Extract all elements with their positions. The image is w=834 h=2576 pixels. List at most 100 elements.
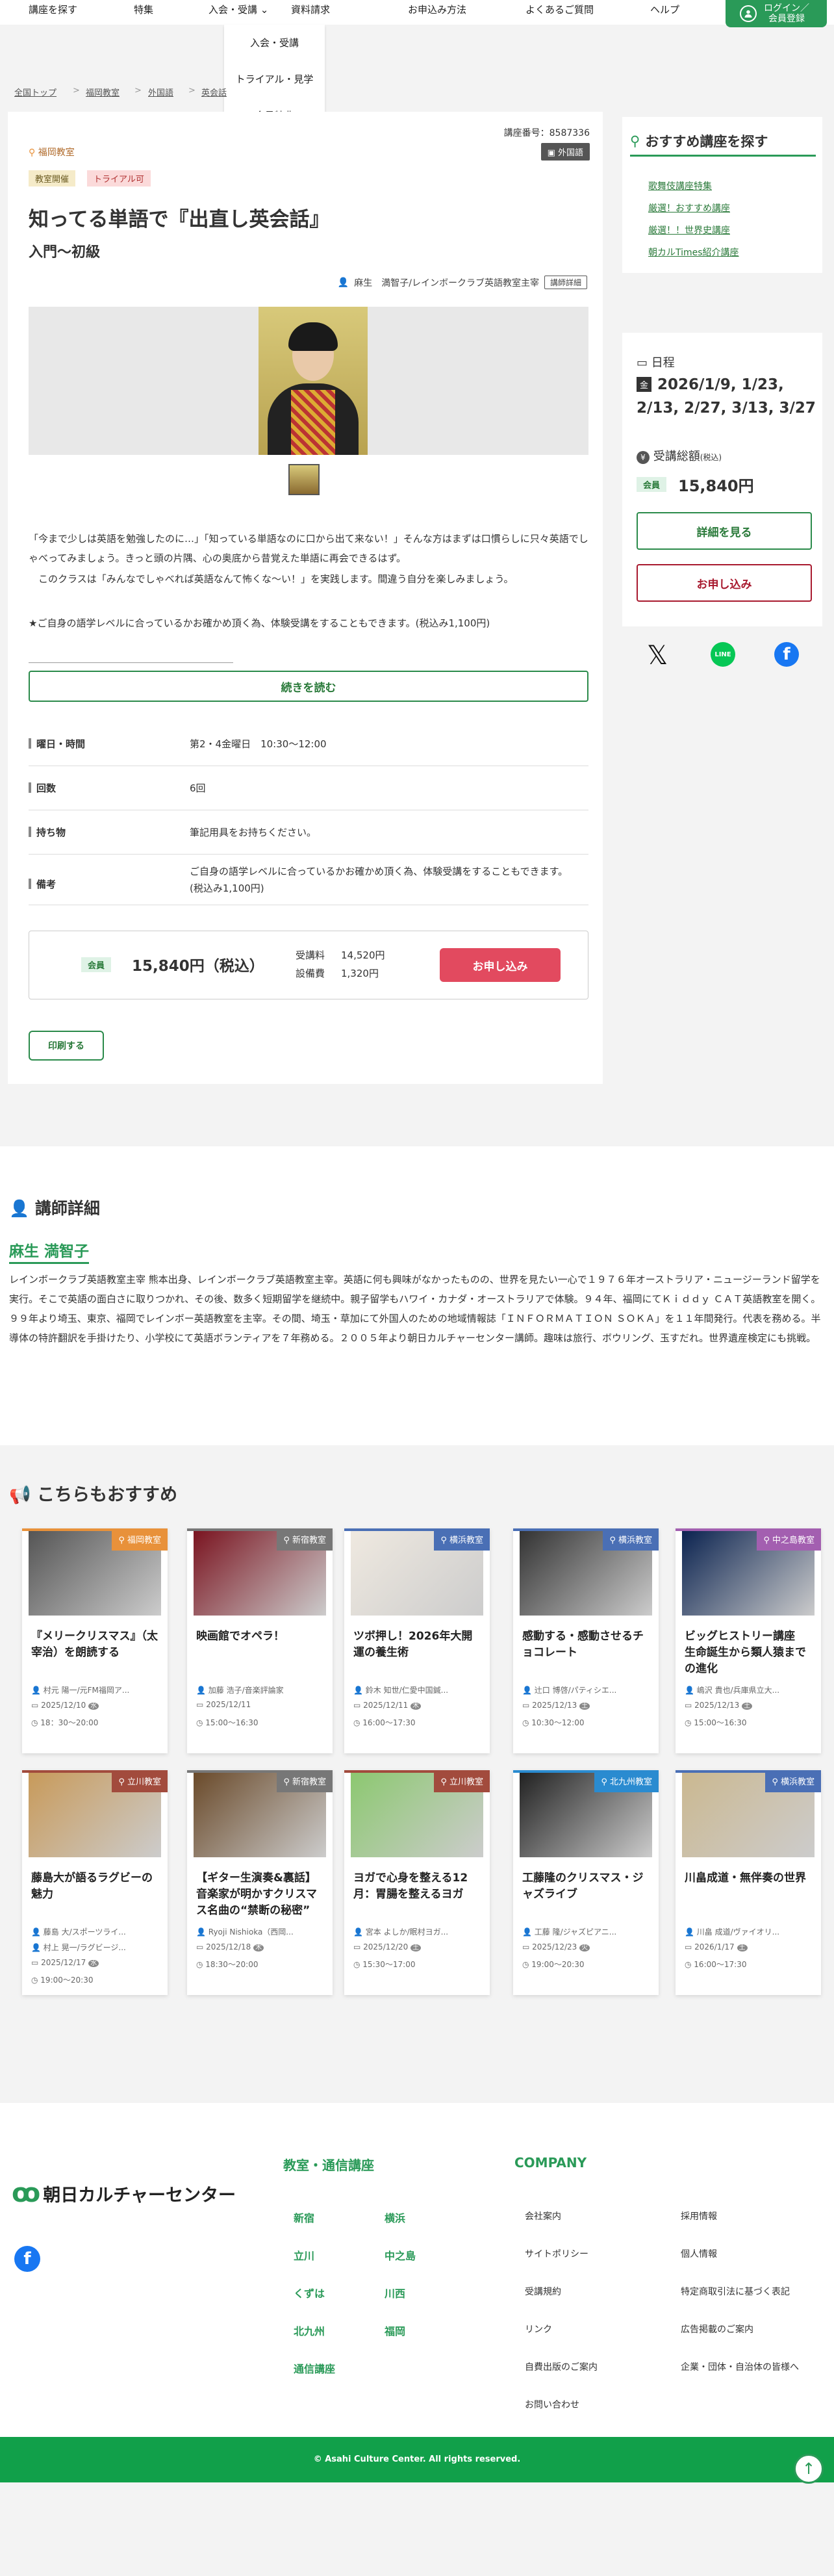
footer-company-link[interactable]: 会社案内 xyxy=(525,2209,561,2222)
card-teacher: 👤 藤島 大/スポーツライ... xyxy=(31,1927,126,1937)
breadcrumb-fukuoka[interactable]: 福岡教室 xyxy=(86,86,120,98)
read-more-button[interactable]: 続きを読む xyxy=(29,671,588,702)
recommend-card[interactable]: ⚲ 新宿教室 【ギター生演奏&裏話】音楽家が明かすクリスマス名曲の“禁断の秘密” 👤… xyxy=(187,1770,333,1995)
share-facebook-icon[interactable]: f xyxy=(774,642,799,667)
footer-classroom-link[interactable]: 福岡 xyxy=(385,2323,405,2338)
footer-company-link[interactable]: 企業・団体・自治体の皆様へ xyxy=(681,2360,799,2373)
nav-features[interactable]: 特集 xyxy=(134,0,153,19)
footer-classroom-link[interactable]: 中之島 xyxy=(385,2247,416,2263)
dropdown-item-admission[interactable]: 入会・受講 xyxy=(224,25,325,61)
fee-label: 受講料 xyxy=(296,949,325,961)
user-icon xyxy=(740,5,757,22)
recommend-card[interactable]: ⚲ 横浜教室 ツボ押し！2026年大開運の養生術 👤 鈴木 知世/仁愛中国鍼... ▭… xyxy=(344,1528,490,1753)
card-date: ▭ 2025/12/13 土 xyxy=(685,1700,812,1710)
print-button[interactable]: 印刷する xyxy=(29,1031,104,1061)
person-icon: 👤 xyxy=(9,1199,30,1218)
recommend-card[interactable]: ⚲ 横浜教室 感動する・感動させるチョコレート 👤 辻口 博啓/パティシエ... ▭ … xyxy=(513,1528,659,1753)
footer-classroom-link[interactable]: 立川 xyxy=(294,2247,314,2263)
recommend-card[interactable]: ⚲ 新宿教室 映画館でオペラ！ 👤 加藤 浩子/音楽評論家 ▭ 2025/12/11 … xyxy=(187,1528,333,1753)
detail-value-notes: ご自身の語学レベルに合っているかお確かめ頂く為、体験受講をすることもできます。(… xyxy=(190,866,568,894)
top-nav: 講座を探す 特集 入会・受講 ⌄ 資料請求 お申込み方法 よくあるご質問 ヘルプ xyxy=(0,0,834,25)
footer-company-link[interactable]: 自費出版のご案内 xyxy=(525,2360,598,2373)
footer-classroom-link[interactable]: 通信講座 xyxy=(294,2360,335,2376)
side-link-kabuki[interactable]: 歌舞伎講座特集 xyxy=(648,179,712,192)
footer-company-link[interactable]: お問い合わせ xyxy=(525,2398,579,2411)
card-location-badge: ⚲ 北九州教室 xyxy=(594,1773,659,1792)
share-x-icon[interactable]: 𝕏 xyxy=(647,641,668,671)
facility-value: 1,320円 xyxy=(341,968,379,979)
card-teacher: 👤 川畠 成道/ヴァイオリ... xyxy=(685,1927,780,1937)
nav-search-course[interactable]: 講座を探す xyxy=(29,0,77,19)
footer-classroom-link[interactable]: 川西 xyxy=(385,2285,405,2300)
footer-company-link[interactable]: 特定商取引法に基づく表記 xyxy=(681,2285,790,2298)
footer-company-link[interactable]: 個人情報 xyxy=(681,2247,717,2260)
instructor-section-title: 👤 講師詳細 xyxy=(9,1199,100,1218)
facility-label: 設備費 xyxy=(296,968,325,979)
footer-facebook-icon[interactable]: f xyxy=(14,2246,40,2272)
card-title: 感動する・感動させるチョコレート xyxy=(522,1630,644,1659)
side-apply-button[interactable]: お申し込み xyxy=(637,564,812,602)
nav-admission[interactable]: 入会・受講 ⌄ xyxy=(208,0,268,19)
instructor-bio: レインボークラブ英語教室主宰 熊本出身、レインボークラブ英語教室主宰。英語に何も… xyxy=(9,1274,821,1344)
footer-company-link[interactable]: 広告掲載のご案内 xyxy=(681,2323,753,2336)
card-date: ▭ 2025/12/20 土 xyxy=(353,1942,481,1951)
back-to-top-button[interactable]: ↑ xyxy=(794,2454,824,2484)
thumbnail[interactable] xyxy=(288,464,320,495)
card-location-badge: ⚲ 横浜教室 xyxy=(765,1773,821,1792)
footer-classroom-link[interactable]: くずは xyxy=(294,2285,325,2300)
side-link-world-history[interactable]: 厳選！！世界史講座 xyxy=(648,224,730,237)
course-detail: 講座番号：8587336 ▣ 外国語 ⚲ 福岡教室 教室開催 トライアル可 知っ… xyxy=(8,112,603,1084)
footer-classroom-link[interactable]: 新宿 xyxy=(294,2209,314,2225)
card-date: ▭ 2026/1/17 土 xyxy=(685,1942,812,1951)
dropdown-item-trial[interactable]: トライアル・見学 xyxy=(224,61,325,97)
footer-company-link[interactable]: サイトポリシー xyxy=(525,2247,588,2260)
card-title: 【ギター生演奏&裏話】音楽家が明かすクリスマス名曲の“禁断の秘密” xyxy=(196,1872,317,1917)
recommend-card[interactable]: ⚲ 中之島教室 ビッグヒストリー講座 生命誕生から類人猿までの進化 👤 嶋沢 貴也/… xyxy=(676,1528,821,1753)
nav-brochure[interactable]: 資料請求 xyxy=(291,0,330,19)
footer-company-link[interactable]: リンク xyxy=(525,2323,552,2336)
nav-faq[interactable]: よくあるご質問 xyxy=(525,0,594,19)
footer-classroom-link[interactable]: 北九州 xyxy=(294,2323,325,2338)
side-link-times[interactable]: 朝カルTimes紹介講座 xyxy=(648,246,739,259)
side-link-recommended[interactable]: 厳選！おすすめ講座 xyxy=(648,201,730,214)
tag-classroom: 教室開催 xyxy=(29,170,76,187)
card-time: ◷ 10:30〜12:00 xyxy=(522,1718,585,1727)
card-date: ▭ 2025/12/23 火 xyxy=(522,1942,650,1951)
card-title: 川畠成道・無伴奏の世界 xyxy=(685,1872,806,1885)
login-button[interactable]: ログイン／会員登録 xyxy=(726,0,827,27)
footer-company-link[interactable]: 受講規約 xyxy=(525,2285,561,2298)
card-time: ◷ 19:00〜20:30 xyxy=(522,1960,585,1969)
recommend-card[interactable]: ⚲ 北九州教室 工藤隆のクリスマス・ジャズライブ 👤 工藤 隆/ジャズピアニ... ▭… xyxy=(513,1770,659,1995)
teacher-photo xyxy=(259,307,368,455)
total-price: 15,840円（税込） xyxy=(132,958,264,975)
footer-company-link[interactable]: 採用情報 xyxy=(681,2209,717,2222)
card-location-badge: ⚲ 立川教室 xyxy=(112,1773,168,1792)
card-teacher: 👤 Ryoji Nishioka（西岡... xyxy=(196,1927,294,1937)
teacher-detail-button[interactable]: 講師詳細 xyxy=(544,276,587,289)
breadcrumb-foreign-language[interactable]: 外国語 xyxy=(148,86,173,98)
footer-logo[interactable]: ꝏ 朝日カルチャーセンター xyxy=(12,2178,236,2208)
description-1: 「今まで少しは英語を勉強したのに…」「知っている単語なのに口から出て来ない！」そ… xyxy=(29,533,588,564)
card-time: ◷ 15:00〜16:30 xyxy=(196,1718,259,1727)
acc-logo-icon: ꝏ xyxy=(12,2178,40,2208)
recommend-card[interactable]: ⚲ 立川教室 ヨガで心身を整える12月：胃腸を整えるヨガ 👤 宮本 よしか/眠村ヨガ… xyxy=(344,1770,490,1995)
recommend-card[interactable]: ⚲ 立川教室 藤島大が語るラグビーの魅力 👤 藤島 大/スポーツライ... 👤 村上 … xyxy=(22,1770,168,1995)
recommend-card[interactable]: ⚲ 福岡教室 『メリークリスマス』（太宰治）を朗読する 👤 村元 陽一/元FM福岡ア… xyxy=(22,1528,168,1753)
course-title: 知ってる単語で『出直し英会話』 xyxy=(29,208,330,231)
detail-value-count: 6回 xyxy=(190,782,206,794)
chevron-down-icon: ⌄ xyxy=(260,4,269,16)
apply-button[interactable]: お申し込み xyxy=(440,948,561,982)
card-time: ◷ 18:30〜20:00 xyxy=(196,1960,259,1969)
card-location-badge: ⚲ 福岡教室 xyxy=(112,1531,168,1551)
nav-help[interactable]: ヘルプ xyxy=(650,0,679,19)
card-date: ▭ 2025/12/11 xyxy=(196,1700,251,1709)
card-date: ▭ 2025/12/17 水 xyxy=(31,1957,158,1967)
breadcrumb-english[interactable]: 英会話 xyxy=(201,86,227,98)
share-line-icon[interactable]: LINE xyxy=(711,642,735,667)
footer-classroom-link[interactable]: 横浜 xyxy=(385,2209,405,2225)
yen-icon: ¥ xyxy=(637,451,650,464)
nav-how-to-apply[interactable]: お申込み方法 xyxy=(408,0,466,19)
side-detail-button[interactable]: 詳細を見る xyxy=(637,512,812,550)
recommend-card[interactable]: ⚲ 横浜教室川畠成道・無伴奏の世界 👤 川畠 成道/ヴァイオリ... ▭ 2026/… xyxy=(676,1770,821,1995)
breadcrumb-top[interactable]: 全国トップ xyxy=(14,86,57,98)
